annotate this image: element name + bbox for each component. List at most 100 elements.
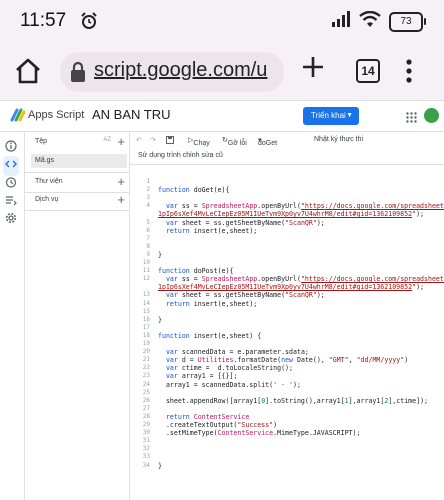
debug-button[interactable]: ↻ Gỡ lỗi [222,136,247,147]
code-editor[interactable]: 1 2 function doGet(e){3 4 var ss = Spreadsh… [130,166,444,500]
code-line[interactable]: var scannedData = e.parameter.sdata; [158,348,309,356]
undo-icon[interactable]: ↶ [136,136,142,144]
libraries-title: Thư viện [35,178,63,185]
code-line[interactable]: return insert(e,sheet); [158,300,257,308]
line-number: 16 [142,315,150,323]
run-button[interactable]: ▷ Chạy [188,136,210,147]
function-select[interactable]: doGet ▾ [258,136,277,147]
line-number: 24 [142,380,150,388]
line-number: 28 [142,412,150,420]
line-number: 9 [146,250,150,258]
code-line[interactable]: var ctime = d.toLocaleString(); [158,364,293,372]
line-number: 20 [142,348,150,356]
code-line[interactable]: .createTextOutput("Success") [158,421,277,429]
save-icon[interactable] [166,136,174,146]
run-label: Chạy [193,140,210,147]
line-number: 15 [142,307,150,315]
code-line[interactable]: return insert(e,sheet); [158,227,257,235]
libraries-section-header: Thư viện + [25,174,129,190]
add-service-button[interactable]: + [117,192,125,207]
new-tab-icon[interactable] [300,54,326,85]
line-number: 14 [142,299,150,307]
line-number: 31 [142,437,150,445]
services-section-header: Dịch vụ + [25,192,129,208]
line-number: 6 [146,226,150,234]
deploy-button[interactable]: Triển khai ▼ [303,107,359,125]
lock-icon[interactable] [70,61,86,88]
code-icon[interactable] [3,156,19,176]
url-text[interactable]: script.google.com/u [94,59,280,82]
home-icon[interactable] [14,57,42,90]
settings-gear-icon[interactable] [5,211,17,229]
legacy-editor-link[interactable]: Sử dụng trình chỉnh sửa cũ [138,152,223,159]
wifi-icon [359,10,381,32]
line-number: 25 [142,388,150,396]
line-number: 22 [142,364,150,372]
tab-switcher-button[interactable]: 14 [356,59,380,83]
apps-script-logo-icon [10,108,26,127]
code-line[interactable]: array1 = scannedData.split(' - '); [158,381,301,389]
code-line[interactable]: var array1 = [{}]; [158,372,237,380]
project-title[interactable]: AN BAN TRU [92,107,171,122]
line-number: 1 [146,178,150,185]
battery-icon: 73 [389,11,426,32]
code-line[interactable]: 1pIp6sXef4MvLeCIepEz05M1IUeTvm9Xp0yv7U4w… [158,283,424,291]
file-item-ma-gs[interactable]: Mã.gs [31,154,127,168]
code-line[interactable]: } [158,462,162,470]
line-number: 10 [142,259,150,266]
editor-toolbar: ↶ ↷ ▷ Chạy ↻ Gỡ lỗi doGet ▾ Nhật ký thực… [130,132,444,148]
browser-toolbar: script.google.com/u 14 [0,44,444,101]
chevron-down-icon: ▼ [346,112,353,119]
code-line[interactable]: return ContentService [158,413,249,421]
line-number: 4 [146,202,150,210]
sort-az-icon[interactable]: AZ [103,137,111,143]
code-line[interactable]: 1pIp6sXef4MvLeCIepEz05M1IUeTvm9Xp0yv7U4w… [158,210,424,218]
deploy-label: Triển khai [311,111,346,120]
app-name: Apps Script [28,109,85,121]
status-bar: 11:57 73 [0,0,444,44]
line-number: 17 [142,323,150,331]
code-line[interactable]: function doGet(e){ [158,186,229,194]
address-bar[interactable]: script.google.com/u [60,52,284,92]
line-number: 27 [142,404,150,412]
files-title: Tệp [35,138,48,145]
info-icon[interactable] [5,139,17,157]
code-line[interactable]: var sheet = ss.getSheetByName("ScanQR"); [158,219,325,227]
clock-time: 11:57 [20,10,67,31]
more-options-icon[interactable] [404,58,414,89]
debug-label: Gỡ lỗi [227,140,247,147]
code-line[interactable]: } [158,316,162,324]
code-line[interactable]: var ss = SpreadsheetApp.openByUrl("https… [158,275,444,283]
redo-icon[interactable]: ↷ [150,136,156,144]
line-number: 29 [142,421,150,428]
add-file-button[interactable]: + [117,134,125,149]
line-number: 13 [142,291,150,299]
battery-level: 73 [389,11,423,32]
function-name: doGet [258,140,278,147]
alarm-icon [80,12,98,35]
files-section-header: Tệp AZ + [25,134,129,150]
executions-icon[interactable] [5,193,17,211]
line-number: 8 [146,242,150,250]
avatar[interactable] [424,108,439,123]
execution-log-button[interactable]: Nhật ký thực thi [314,136,363,143]
code-line[interactable]: var d = Utilities.formatDate(new Date(),… [158,356,408,364]
files-panel: Tệp AZ + Mã.gs Thư viện + Dịch vụ + [25,132,130,500]
services-title: Dịch vụ [35,196,59,203]
code-line[interactable]: sheet.appendRow([array1[0].toString(),ar… [158,397,428,405]
code-line[interactable]: var ss = SpreadsheetApp.openByUrl("https… [158,202,444,210]
line-number: 5 [146,218,150,226]
code-line[interactable]: function doPost(e){ [158,267,233,275]
clock-icon[interactable] [5,175,17,193]
code-line[interactable]: } [158,251,162,259]
line-number: 30 [142,429,150,437]
line-number: 21 [142,356,150,364]
line-number: 23 [142,372,150,380]
code-line[interactable]: .setMimeType(ContentService.MimeType.JAV… [158,429,361,437]
code-line[interactable]: var sheet = ss.getSheetByName("ScanQR"); [158,291,325,299]
line-number: 26 [142,396,150,404]
signal-icon [331,11,351,32]
code-line[interactable]: function insert(e,sheet) { [158,332,261,340]
apps-grid-icon[interactable] [406,110,417,128]
add-library-button[interactable]: + [117,174,125,189]
